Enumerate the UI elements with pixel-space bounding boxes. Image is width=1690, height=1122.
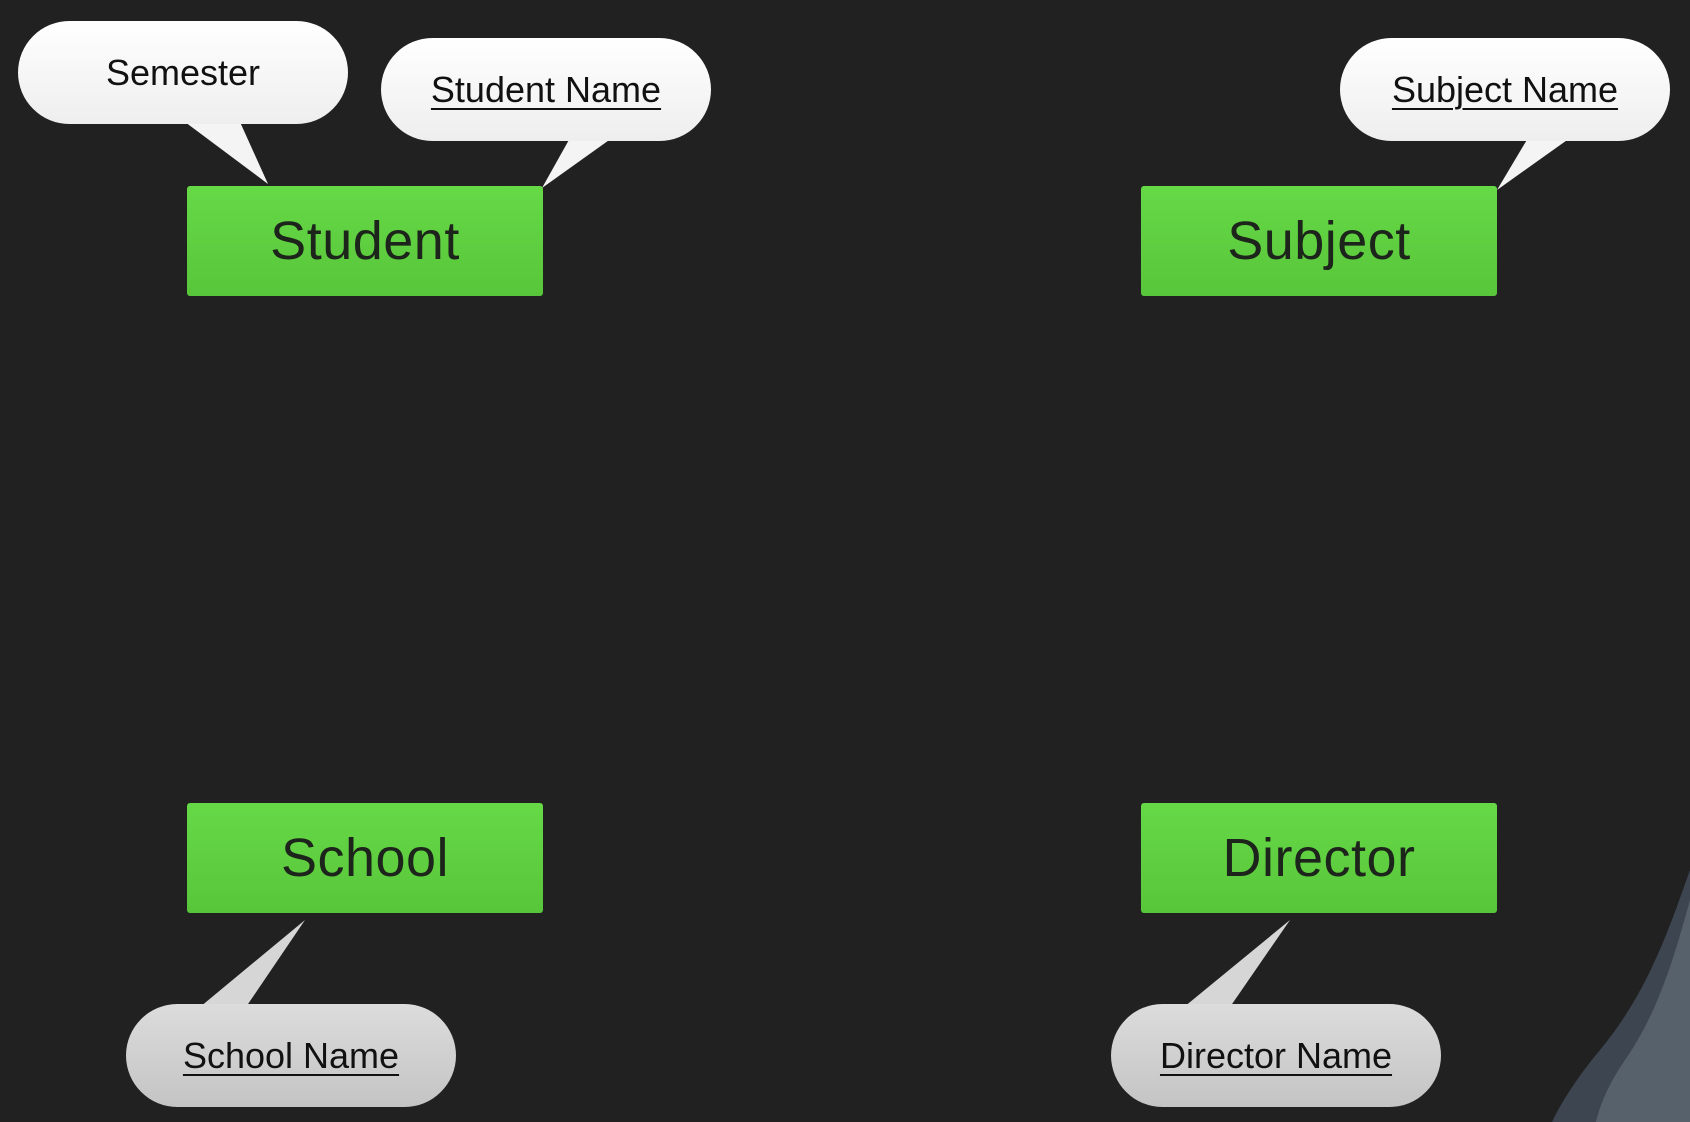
er-diagram-canvas: Semester Student Name Subject Name Schoo… (0, 0, 1690, 1122)
corner-decoration (1552, 870, 1690, 1122)
